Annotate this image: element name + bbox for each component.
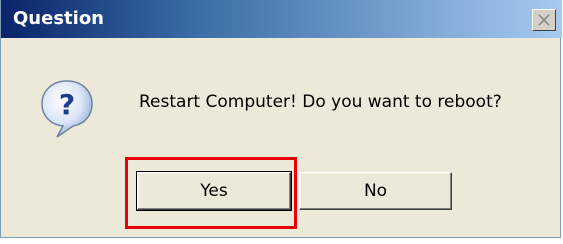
title-bar[interactable]: Question [1,0,562,38]
no-button-label: No [363,181,388,201]
close-icon [533,10,555,30]
close-button[interactable] [532,9,556,31]
dialog-message: Restart Computer! Do you want to reboot? [139,92,502,112]
yes-button-label: Yes [200,181,228,201]
yes-button[interactable]: Yes [136,171,292,211]
no-button[interactable]: No [299,172,452,210]
question-icon: ? [39,78,95,140]
window-title: Question [13,8,104,29]
svg-text:?: ? [59,88,75,121]
question-dialog: Question ? Restart Computer! Do you want… [0,0,562,238]
